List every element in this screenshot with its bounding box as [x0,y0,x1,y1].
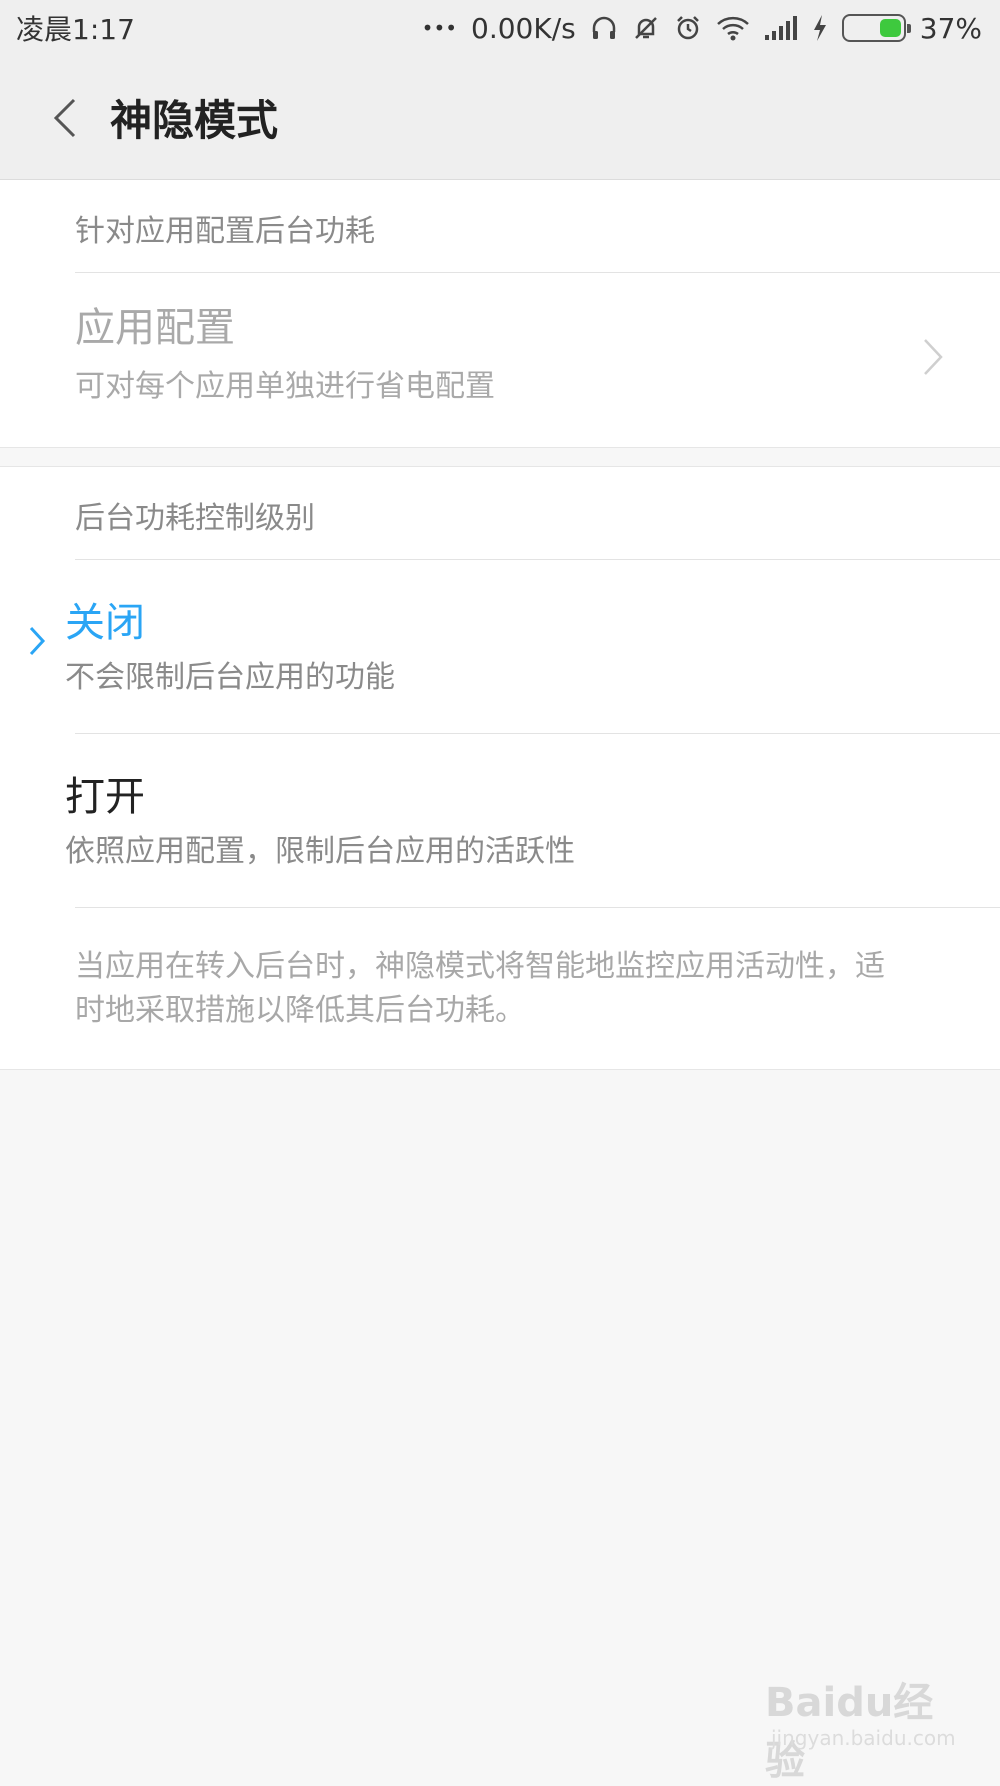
section-header-app-config: 针对应用配置后台功耗 [75,214,375,249]
description-note: 当应用在转入后台时，神隐模式将智能地监控应用活动性，适时地采取措施以降低其后台功… [75,949,885,1028]
option-off-subtitle: 不会限制后台应用的功能 [65,660,395,695]
wifi-icon [716,14,750,42]
back-button[interactable] [30,83,100,153]
alarm-icon [674,14,702,42]
app-config-item[interactable]: 应用配置 可对每个应用单独进行省电配置 [0,273,1000,448]
level-section: 后台功耗控制级别 关闭 不会限制后台应用的功能 打开 依照应用配置，限制后台应用… [0,466,1000,1070]
option-off-title: 关闭 [65,600,145,646]
status-bar: 凌晨1:17 ••• 0.00K/s 37% [0,0,1000,56]
chevron-right-icon [924,339,943,375]
page-title: 神隐模式 [110,96,279,145]
section-header-level: 后台功耗控制级别 [75,501,315,536]
net-speed: 0.00K/s [471,11,576,45]
more-dots: ••• [421,16,458,40]
battery-percent: 37% [919,11,982,45]
option-on[interactable]: 打开 依照应用配置，限制后台应用的活跃性 [0,734,1000,907]
status-icons: ••• 0.00K/s 37% [422,12,982,45]
app-config-title: 应用配置 [75,305,235,351]
app-config-subtitle: 可对每个应用单独进行省电配置 [75,369,495,404]
option-on-title: 打开 [65,774,145,820]
status-time: 凌晨1:17 [16,13,135,46]
app-config-section: 针对应用配置后台功耗 应用配置 可对每个应用单独进行省电配置 [0,180,1000,448]
title-bar: 神隐模式 [0,56,1000,180]
selected-chevron-icon [29,626,46,656]
baidu-watermark: Baidu经验 jingyan.baidu.com [765,1670,965,1784]
charging-icon [812,14,828,42]
watermark-url: jingyan.baidu.com [771,1726,956,1750]
bell-muted-icon [632,14,660,42]
chevron-left-icon [53,98,76,137]
divider [75,907,1000,908]
option-off[interactable]: 关闭 不会限制后台应用的功能 [0,560,1000,733]
headphones-icon [590,14,618,42]
signal-icon [764,15,798,41]
battery-icon [841,14,911,42]
battery-fill [879,19,901,37]
option-on-subtitle: 依照应用配置，限制后台应用的活跃性 [65,834,575,869]
